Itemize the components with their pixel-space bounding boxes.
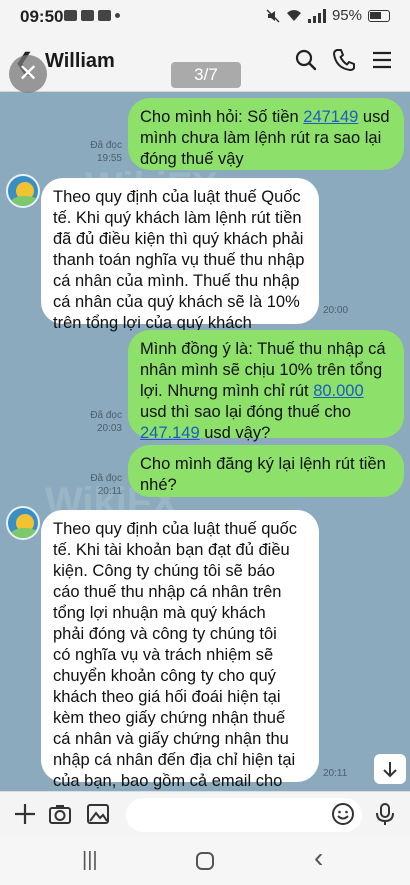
status-right: 95% (266, 7, 390, 24)
battery-icon (368, 9, 390, 22)
dot-icon (115, 13, 120, 18)
message-time: 20:03 (96, 423, 122, 434)
youtube-icon (98, 10, 111, 21)
received-message[interactable]: Theo quy định của luật thuế quốc tế. Khi… (41, 510, 319, 811)
battery-percent: 95% (331, 7, 362, 24)
amount-link[interactable]: 80.000 (313, 382, 363, 400)
message-input[interactable] (126, 798, 362, 832)
signal-icon (307, 8, 326, 23)
wifi-icon (286, 10, 301, 21)
contact-name: William (45, 50, 115, 72)
recents-button[interactable]: ||| (82, 849, 98, 872)
menu-icon[interactable] (368, 46, 396, 74)
phone-icon[interactable] (330, 46, 358, 74)
close-button[interactable]: ✕ (9, 55, 47, 93)
message-time: 19:55 (96, 153, 122, 164)
message-time: 20:11 (97, 486, 122, 497)
amount-link[interactable]: 247.149 (140, 424, 200, 442)
status-time: 09:50 (20, 7, 64, 26)
back-button[interactable]: ‹ (314, 842, 323, 874)
sent-message[interactable]: Cho mình đăng ký lại lệnh rút tiền nhé? (128, 445, 404, 497)
read-receipt: Đã đọc (90, 473, 122, 484)
home-icon[interactable] (195, 851, 215, 871)
message-text: usd vậy? (199, 424, 271, 442)
plus-icon[interactable] (12, 801, 38, 827)
arrow-down-icon (383, 762, 397, 778)
input-bar (0, 791, 410, 837)
youtube-icon (81, 10, 94, 21)
emoji-icon[interactable] (330, 801, 356, 827)
mute-icon (266, 8, 280, 23)
microphone-icon[interactable] (372, 801, 398, 827)
message-meta: Đã đọc 20:03 (70, 409, 122, 435)
message-text: usd thì sao lại đóng thuế cho (140, 403, 351, 421)
read-receipt: Đã đọc (90, 140, 122, 151)
camera-icon[interactable] (47, 801, 73, 827)
message-meta: Đã đọc 19:55 (70, 139, 122, 165)
image-icon[interactable] (85, 801, 111, 827)
avatar[interactable] (6, 174, 40, 208)
read-receipt: Đã đọc (90, 410, 122, 421)
amount-link[interactable]: 247149 (303, 108, 358, 126)
sent-message[interactable]: Cho mình hỏi: Số tiền 247149 usd mình ch… (128, 98, 404, 170)
notification-icons (64, 10, 120, 21)
message-time: 20:00 (323, 305, 349, 316)
notification-icon (64, 10, 77, 21)
status-bar: 09:50 95% (0, 0, 410, 30)
message-meta: Đã đọc 20:11 (70, 472, 122, 498)
message-time: 20:11 (323, 768, 348, 779)
scroll-down-button[interactable] (374, 754, 406, 784)
message-text: Cho mình hỏi: Số tiền (140, 108, 304, 126)
sent-message[interactable]: Mình đồng ý là: Thuế thu nhập cá nhân mì… (128, 330, 404, 442)
image-counter: 3/7 (171, 62, 241, 88)
system-nav-bar: ||| ‹ (0, 837, 410, 885)
search-icon[interactable] (292, 46, 320, 74)
received-message[interactable]: Theo quy định của luật thuế Quốc tế. Khi… (41, 178, 319, 332)
avatar[interactable] (6, 506, 40, 540)
